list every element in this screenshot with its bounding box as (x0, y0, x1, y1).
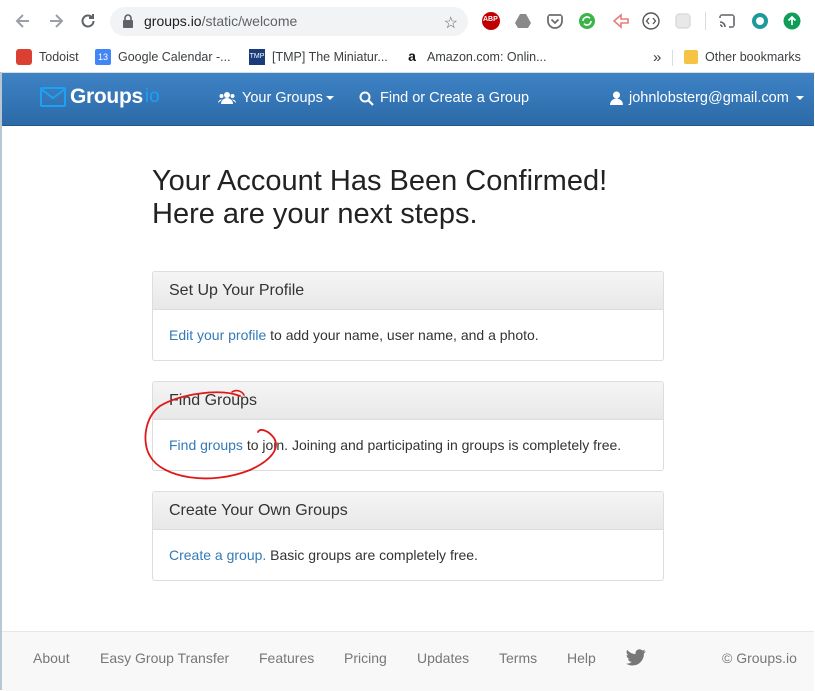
users-icon (218, 92, 236, 104)
envelope-icon (40, 87, 66, 107)
footer-copyright: © Groups.io (722, 650, 797, 666)
todoist-icon (16, 49, 32, 65)
bookmark-amazon[interactable]: a Amazon.com: Onlin... (404, 47, 547, 67)
address-bar[interactable]: groups.io/static/welcome ☆ (110, 7, 468, 36)
reload-button[interactable] (77, 10, 99, 32)
account-email: johnlobsterg@gmail.com (629, 90, 789, 106)
panel-heading: Create Your Own Groups (153, 492, 663, 530)
search-icon (359, 91, 374, 106)
create-group-panel: Create Your Own Groups Create a group. B… (152, 491, 664, 581)
panel-title: Set Up Your Profile (169, 282, 305, 299)
footer-link-easy-group-transfer[interactable]: Easy Group Transfer (100, 650, 229, 666)
lock-icon (123, 14, 133, 28)
user-icon (610, 91, 623, 105)
footer-link-updates[interactable]: Updates (417, 650, 469, 666)
forward-arrow-icon (50, 14, 64, 28)
bookmarks-bar: Todoist 13 Google Calendar -... TMP [TMP] … (0, 42, 815, 73)
panel-text: to add your name, user name, and a photo… (266, 327, 539, 343)
brand-logo[interactable]: Groups io (40, 85, 160, 109)
back-button[interactable] (12, 10, 34, 32)
other-bookmarks[interactable]: Other bookmarks (684, 47, 801, 67)
profile-panel: Set Up Your Profile Edit your profile to… (152, 271, 664, 361)
footer-link-pricing[interactable]: Pricing (344, 650, 387, 666)
your-groups-menu[interactable]: Your Groups (218, 90, 334, 106)
twitter-icon[interactable] (626, 649, 646, 666)
brand-suffix: io (144, 86, 160, 107)
panel-body: Create a group. Basic groups are complet… (153, 530, 663, 580)
abp-label: ABP (483, 16, 498, 23)
url-text: groups.io/static/welcome (144, 13, 297, 29)
other-bookmarks-label: Other bookmarks (705, 50, 801, 64)
edit-profile-link[interactable]: Edit your profile (169, 327, 266, 343)
panel-title: Create Your Own Groups (169, 502, 348, 519)
reload-icon (81, 14, 95, 28)
cast-icon[interactable] (718, 12, 736, 30)
back-arrow-icon (15, 14, 29, 28)
drive-icon[interactable] (514, 12, 532, 30)
puzzle-icon[interactable] (674, 12, 692, 30)
upload-icon[interactable] (783, 12, 801, 30)
browser-toolbar: groups.io/static/welcome ☆ ABP (0, 0, 815, 42)
account-menu[interactable]: johnlobsterg@gmail.com (610, 90, 804, 106)
circle-icon[interactable] (751, 12, 769, 30)
footer-link-help[interactable]: Help (567, 650, 596, 666)
bookmark-todoist[interactable]: Todoist (16, 47, 79, 67)
bookmark-star-icon[interactable]: ☆ (444, 13, 458, 33)
bookmark-label: Todoist (39, 50, 79, 64)
folder-icon (684, 50, 698, 64)
abp-icon[interactable]: ABP (482, 12, 500, 30)
panel-text: Basic groups are completely free. (266, 547, 478, 563)
site-navbar: Groups io Your Groups Find or Create a Gr… (2, 73, 814, 126)
chevron-down-icon (325, 96, 334, 100)
brand-name: Groups (70, 85, 143, 108)
chevron-down-icon (795, 96, 804, 100)
sync-icon[interactable] (578, 12, 596, 30)
toolbar-divider (705, 12, 706, 30)
find-create-label: Find or Create a Group (380, 90, 530, 106)
url-path: /static/welcome (201, 13, 298, 29)
footer-link-features[interactable]: Features (259, 650, 314, 666)
footer-link-terms[interactable]: Terms (499, 650, 537, 666)
bookmark-label: [TMP] The Miniatur... (272, 50, 388, 64)
bookmarks-divider (672, 50, 673, 66)
bookmark-tmp[interactable]: TMP [TMP] The Miniatur... (249, 47, 388, 67)
tmp-icon: TMP (249, 49, 265, 65)
code-icon[interactable] (642, 12, 660, 30)
window-border (0, 72, 2, 690)
bookmark-label: Amazon.com: Onlin... (427, 50, 547, 64)
page-title: Your Account Has Been Confirmed! Here ar… (152, 165, 672, 231)
bookmark-label: Google Calendar -... (118, 50, 231, 64)
site-footer: About Easy Group Transfer Features Prici… (2, 631, 814, 691)
bookmark-google-calendar[interactable]: 13 Google Calendar -... (95, 47, 231, 67)
panel-body: Edit your profile to add your name, user… (153, 310, 663, 360)
forward-button[interactable] (45, 10, 67, 32)
create-group-link[interactable]: Create a group. (169, 547, 266, 563)
panel-text: to join. Joining and participating in gr… (242, 437, 622, 453)
bookmarks-overflow-button[interactable]: » (653, 47, 661, 67)
send-icon[interactable] (612, 12, 630, 30)
calendar-icon: 13 (95, 49, 111, 65)
footer-link-about[interactable]: About (33, 650, 70, 666)
title-line-1: Your Account Has Been Confirmed! (152, 165, 608, 197)
pocket-icon[interactable] (546, 12, 564, 30)
find-create-group-link[interactable]: Find or Create a Group (359, 90, 529, 106)
red-annotation-circle (144, 389, 277, 480)
panel-heading: Set Up Your Profile (153, 272, 663, 310)
title-line-2: Here are your next steps. (152, 198, 478, 230)
your-groups-label: Your Groups (242, 90, 323, 106)
url-domain: groups.io (144, 13, 202, 29)
amazon-icon: a (408, 48, 416, 64)
